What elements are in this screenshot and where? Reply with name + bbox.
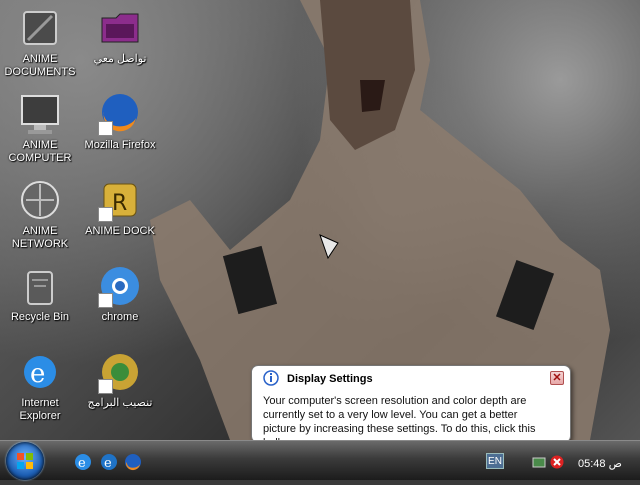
desktop-icon-firefox[interactable]: Mozilla Firefox [82, 92, 158, 152]
windows-logo-icon [17, 453, 33, 469]
balloon-title: Display Settings [287, 373, 373, 385]
ie-icon[interactable]: e [74, 453, 92, 471]
shortcut-arrow-icon [98, 207, 113, 222]
monitor-icon [18, 92, 62, 136]
desktop-icon-anime-documents[interactable]: ANIME DOCUMENTS [2, 6, 78, 79]
desktop-icon-anime-computer[interactable]: ANIME COMPUTER [2, 92, 78, 165]
folder-icon [98, 6, 142, 50]
desktop-icon-internet-explorer[interactable]: e Internet Explorer [2, 350, 78, 423]
desktop-icon-label: chrome [101, 311, 139, 323]
shortcut-arrow-icon [98, 293, 113, 308]
desktop-icon-label: Mozilla Firefox [84, 139, 156, 151]
ie-icon: e [18, 350, 62, 394]
language-indicator[interactable]: EN [486, 453, 504, 469]
desktop-icon-anime-dock[interactable]: R ANIME DOCK [82, 178, 158, 238]
shortcut-arrow-icon [98, 121, 113, 136]
ie-icon[interactable]: e [100, 453, 118, 471]
taskbar: e e EN 05:48 ص [0, 440, 640, 480]
desktop-icon-label: تواصل معي [93, 53, 147, 65]
svg-text:e: e [104, 456, 112, 471]
desktop-icon-installer[interactable]: تنصيب البرامج [82, 350, 158, 410]
desktop-icon-chrome[interactable]: chrome [82, 264, 158, 324]
desktop-icon-label: Recycle Bin [10, 311, 70, 323]
display-settings-balloon[interactable]: Display Settings ✕ Your computer's scree… [251, 365, 571, 449]
svg-text:e: e [30, 359, 45, 389]
close-icon[interactable]: ✕ [550, 371, 564, 385]
folder-icon [18, 6, 62, 50]
desktop-icon-recycle-bin[interactable]: Recycle Bin [2, 264, 78, 324]
shortcut-arrow-icon [98, 379, 113, 394]
firefox-icon[interactable] [124, 453, 142, 471]
network-icon [18, 178, 62, 222]
desktop-icon-label: ANIME NETWORK [11, 225, 69, 250]
recycle-bin-icon [18, 264, 62, 308]
firefox-icon [98, 92, 142, 136]
desktop-icon-label: Internet Explorer [19, 397, 61, 422]
start-button[interactable] [6, 442, 44, 480]
svg-text:e: e [78, 456, 86, 471]
info-icon [263, 370, 279, 386]
clock[interactable]: 05:48 ص [578, 457, 622, 470]
installer-icon [98, 350, 142, 394]
desktop-icon-anime-network[interactable]: ANIME NETWORK [2, 178, 78, 251]
svg-text:R: R [112, 191, 127, 216]
network-tray-icon[interactable] [532, 455, 546, 469]
desktop-icon-label: ANIME DOCK [85, 225, 155, 237]
desktop-icon-label: ANIME COMPUTER [8, 139, 72, 164]
dock-icon: R [98, 178, 142, 222]
desktop-icon-label: تنصيب البرامج [87, 397, 153, 409]
error-tray-icon[interactable] [550, 455, 564, 469]
chrome-icon [98, 264, 142, 308]
desktop-icon-label: ANIME DOCUMENTS [4, 53, 76, 78]
desktop-icon-contact-me[interactable]: تواصل معي [82, 6, 158, 66]
